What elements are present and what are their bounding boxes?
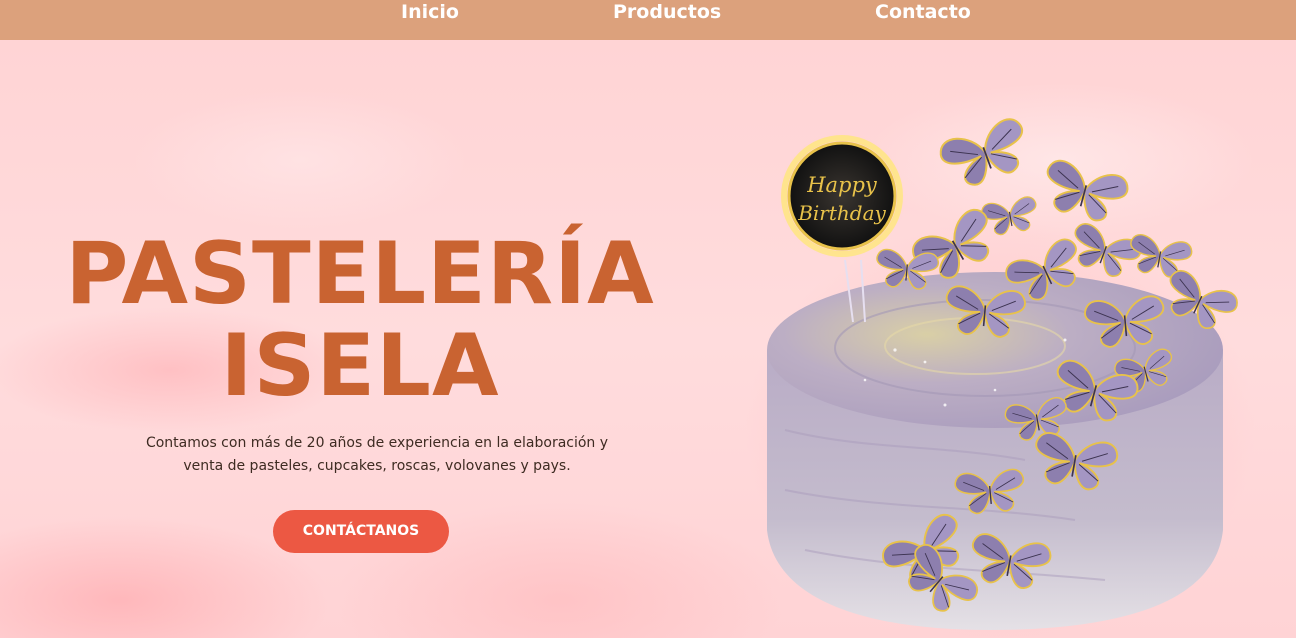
butterfly-icon	[935, 114, 1036, 194]
nav-link-productos[interactable]: Productos	[613, 0, 721, 24]
hero-title-line1: PASTELERÍA	[65, 224, 655, 324]
hero-description-line1: Contamos con más de 20 años de experienc…	[145, 435, 609, 451]
topper-text-birthday: Birthday	[797, 201, 886, 225]
hero-title-line2: ISELA	[220, 316, 500, 416]
nav-link-contacto[interactable]: Contacto	[875, 0, 971, 24]
nav-link-inicio[interactable]: Inicio	[401, 0, 459, 24]
butterfly-icon	[1037, 156, 1132, 228]
top-navbar: Inicio Productos Contacto	[0, 0, 1296, 40]
happy-birthday-topper: Happy Birthday	[778, 132, 906, 260]
topper-text-happy: Happy	[806, 173, 878, 197]
hero-title: PASTELERÍA ISELA	[40, 228, 680, 412]
contact-cta-button[interactable]: CONTÁCTANOS	[273, 510, 449, 553]
birthday-cake-image: Happy Birthday	[745, 114, 1255, 638]
hero-description-line2: venta de pasteles, cupcakes, roscas, vol…	[183, 458, 571, 474]
hero-description: Contamos con más de 20 años de experienc…	[110, 432, 644, 478]
